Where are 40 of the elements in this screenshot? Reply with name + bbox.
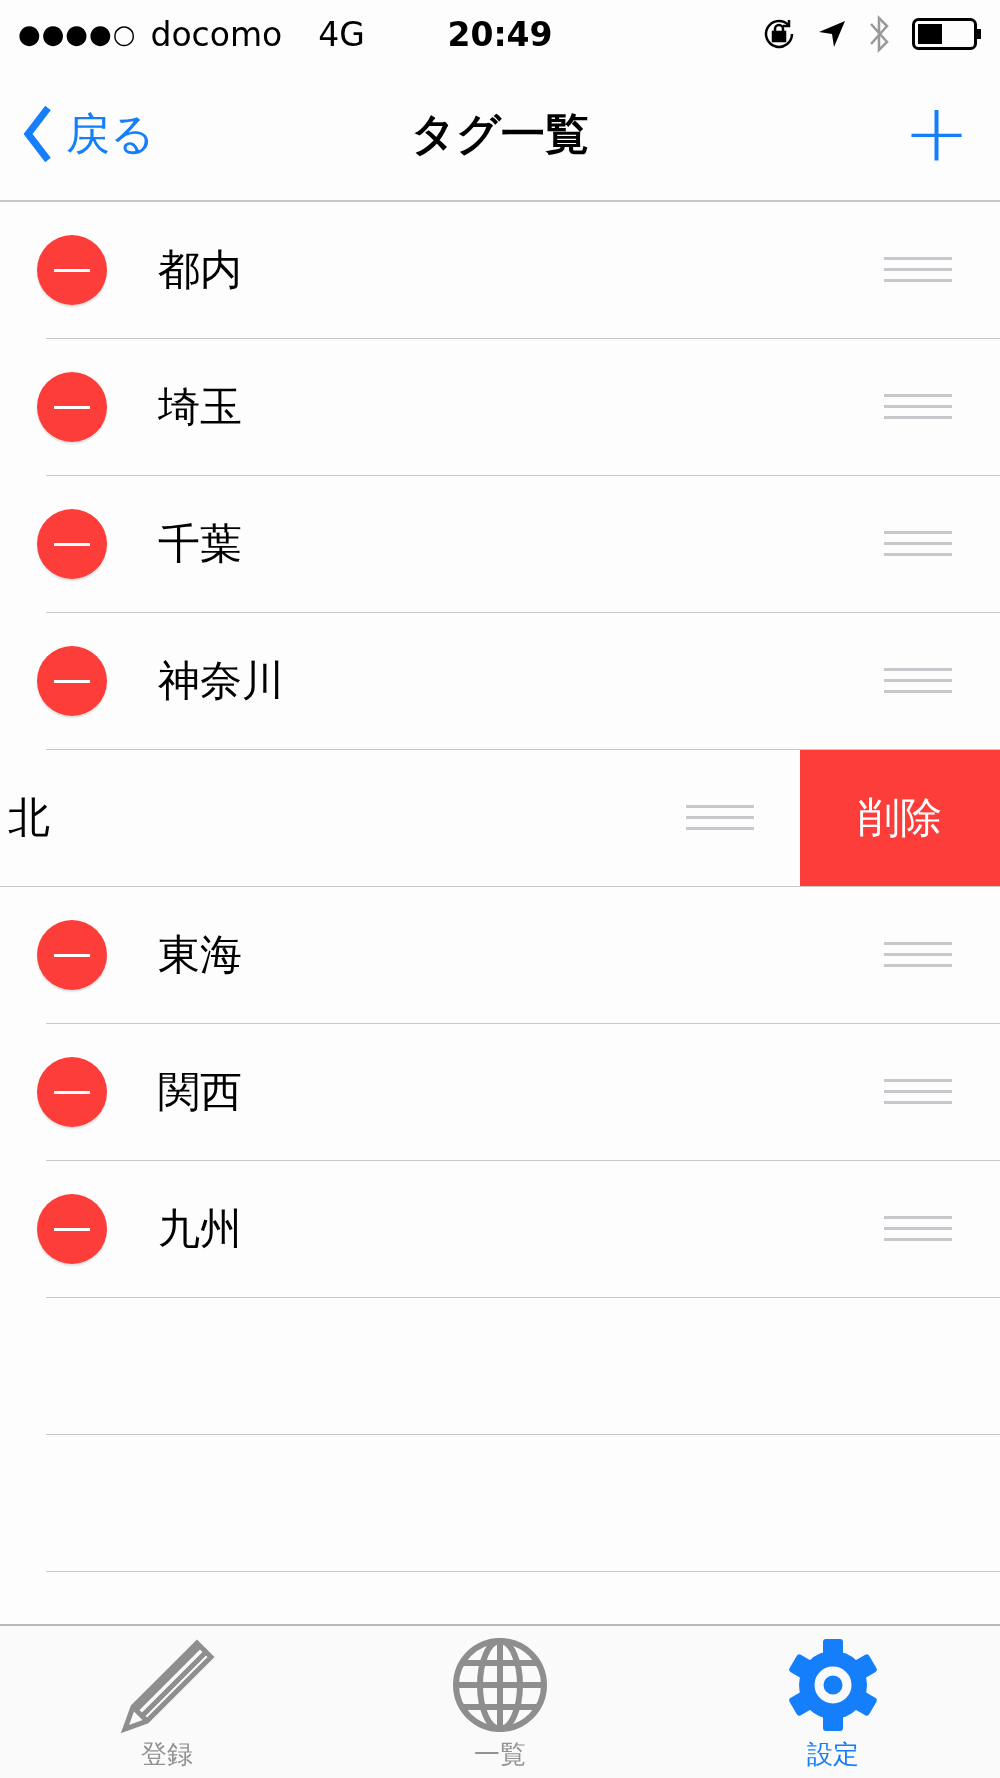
reorder-icon[interactable] [686, 805, 754, 831]
screen-title: タグ一覧 [411, 106, 589, 161]
tag-label: 九州 [158, 1203, 243, 1255]
bluetooth-icon [868, 14, 890, 54]
delete-toggle-icon[interactable] [37, 646, 107, 716]
delete-button[interactable]: 削除 [800, 750, 1000, 886]
tag-label: 都内 [158, 244, 243, 296]
rotation-lock-icon [762, 17, 796, 51]
battery-icon [912, 18, 982, 50]
signal-strength: ●●●●○ [18, 19, 137, 49]
back-button[interactable]: 戻る [22, 104, 155, 164]
chevron-left-icon [22, 104, 52, 164]
delete-toggle-icon[interactable] [37, 235, 107, 305]
network-type: 4G [318, 14, 365, 54]
add-button[interactable]: + [894, 94, 978, 174]
reorder-icon[interactable] [884, 668, 952, 694]
tag-label: 埼玉 [158, 381, 243, 433]
globe-icon [450, 1635, 550, 1735]
delete-toggle-icon[interactable] [37, 1057, 107, 1127]
carrier-name: docomo [150, 14, 283, 54]
reorder-icon[interactable] [884, 1079, 952, 1105]
reorder-icon[interactable] [884, 1216, 952, 1242]
reorder-icon[interactable] [884, 531, 952, 557]
tag-label: 東海 [158, 929, 243, 981]
location-arrow-icon [818, 20, 846, 48]
delete-toggle-icon[interactable] [37, 509, 107, 579]
tag-label: 関西 [158, 1066, 243, 1118]
reorder-icon[interactable] [884, 942, 952, 968]
delete-toggle-icon[interactable] [37, 372, 107, 442]
tab-item[interactable]: 設定 [666, 1626, 1000, 1778]
tag-label: 北 [8, 792, 51, 844]
tag-label: 神奈川 [158, 655, 285, 707]
reorder-icon[interactable] [884, 257, 952, 283]
tab-item[interactable]: 登録 [0, 1626, 334, 1778]
delete-toggle-icon[interactable] [37, 920, 107, 990]
delete-toggle-icon[interactable] [37, 1194, 107, 1264]
clock: 20:49 [447, 14, 553, 54]
reorder-icon[interactable] [884, 394, 952, 420]
tab-item[interactable]: 一覧 [333, 1626, 667, 1778]
tag-label: 千葉 [158, 518, 243, 570]
